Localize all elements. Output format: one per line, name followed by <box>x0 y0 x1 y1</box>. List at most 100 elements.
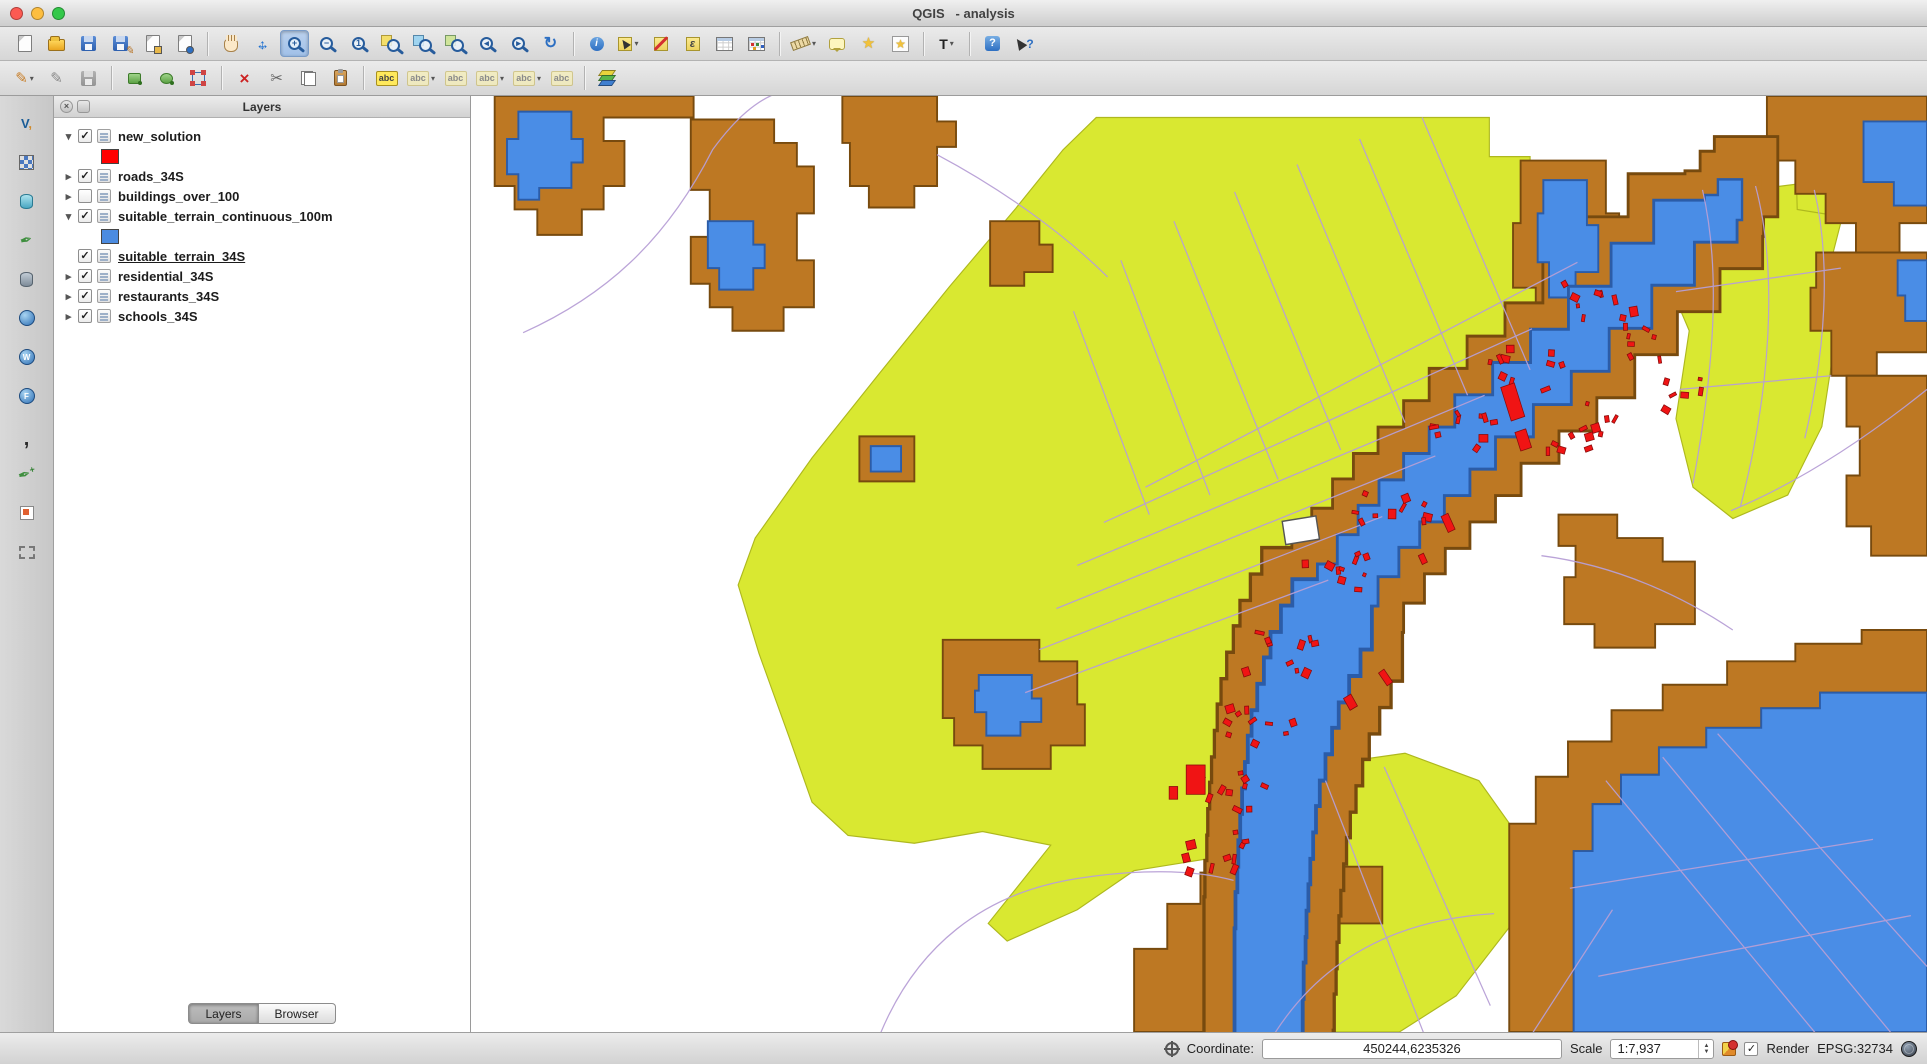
new-shapefile-layer[interactable] <box>12 500 42 526</box>
render-stop-icon[interactable] <box>1722 1042 1736 1056</box>
layer-visibility-checkbox[interactable] <box>78 189 92 203</box>
layer-row[interactable]: ▸ buildings_over_100 <box>54 186 470 206</box>
node-tool[interactable] <box>184 65 213 92</box>
whats-this[interactable]: ? <box>1010 30 1039 57</box>
layer-name[interactable]: buildings_over_100 <box>118 189 239 204</box>
crs-status-icon[interactable] <box>1901 1041 1917 1057</box>
new-spatialite-layer[interactable]: ✒+ <box>12 461 42 487</box>
add-raster-layer[interactable] <box>12 149 42 175</box>
new-temporary-scratch-layer[interactable] <box>12 539 42 565</box>
render-checkbox[interactable]: ✓ <box>1744 1042 1758 1056</box>
new-print-composer[interactable] <box>138 30 167 57</box>
save-layer-edits[interactable] <box>74 65 103 92</box>
add-feature[interactable] <box>120 65 149 92</box>
map-canvas[interactable] <box>471 96 1927 1032</box>
layer-row[interactable]: ▸✓residential_34S <box>54 266 470 286</box>
layer-row[interactable]: ▸✓ restaurants_34S <box>54 286 470 306</box>
add-wms-layer[interactable] <box>12 305 42 331</box>
layer-visibility-checkbox[interactable]: ✓ <box>78 129 92 143</box>
layer-row[interactable]: ▾✓ new_solution <box>54 126 470 146</box>
layer-name[interactable]: restaurants_34S <box>118 289 219 304</box>
toggle-editing[interactable]: ✎ <box>42 65 71 92</box>
layer-name[interactable]: schools_34S <box>118 309 198 324</box>
layer-name[interactable]: roads_34S <box>118 169 184 184</box>
save-project-as[interactable]: ✎ <box>106 30 135 57</box>
deselect-features[interactable] <box>646 30 675 57</box>
layer-visibility-checkbox[interactable]: ✓ <box>78 209 92 223</box>
layer-row[interactable]: ✓ suitable_terrain_34S <box>54 246 470 266</box>
zoom-to-selection[interactable] <box>408 30 437 57</box>
layer-visibility-checkbox[interactable]: ✓ <box>78 289 92 303</box>
refresh-map[interactable]: ↻ <box>536 30 565 57</box>
panel-tab-layers[interactable]: Layers <box>188 1003 258 1024</box>
zoom-out[interactable]: − <box>312 30 341 57</box>
select-features[interactable]: ▾ <box>614 30 643 57</box>
zoom-last[interactable]: ◂ <box>472 30 501 57</box>
pin-unpin-labels[interactable]: abc▾ <box>404 65 438 92</box>
new-project[interactable] <box>10 30 39 57</box>
minimize-button[interactable] <box>31 7 44 20</box>
zoom-to-layer[interactable] <box>440 30 469 57</box>
layer-name[interactable]: residential_34S <box>118 269 213 284</box>
coordinate-capture-icon[interactable] <box>1165 1042 1179 1056</box>
add-vector-layer[interactable]: V, <box>12 110 42 136</box>
show-hide-labels[interactable]: abc <box>547 65 576 92</box>
layer-visibility-checkbox[interactable]: ✓ <box>78 169 92 183</box>
layer-visibility-checkbox[interactable]: ✓ <box>78 269 92 283</box>
text-annotation[interactable]: T▾ <box>932 30 961 57</box>
show-bookmarks[interactable]: ★ <box>886 30 915 57</box>
panel-tab-browser[interactable]: Browser <box>259 1003 336 1024</box>
zoom-in[interactable]: + <box>280 30 309 57</box>
scale-stepper[interactable]: ▲▼ <box>1698 1040 1713 1058</box>
layer-visibility-checkbox[interactable]: ✓ <box>78 309 92 323</box>
delete-selected[interactable]: × <box>230 65 259 92</box>
add-wcs-layer[interactable]: W <box>12 344 42 370</box>
layer-name[interactable]: suitable_terrain_34S <box>118 249 245 264</box>
layer-name[interactable]: new_solution <box>118 129 201 144</box>
coordinate-input[interactable] <box>1262 1039 1562 1059</box>
layer-name[interactable]: suitable_terrain_continuous_100m <box>118 209 333 224</box>
scale-combobox[interactable]: 1:7,937 ▲▼ <box>1610 1039 1714 1059</box>
panel-detach-icon[interactable] <box>77 100 90 113</box>
cut-features[interactable]: ✂ <box>262 65 291 92</box>
save-project[interactable] <box>74 30 103 57</box>
expand-arrow[interactable]: ▸ <box>60 170 77 183</box>
add-spatialite-layer[interactable]: ✒ <box>12 227 42 253</box>
zoom-full[interactable] <box>376 30 405 57</box>
layer-row[interactable]: ▾✓ suitable_terrain_continuous_100m <box>54 206 470 226</box>
processing-toolbox[interactable] <box>593 65 622 92</box>
panel-close-icon[interactable]: × <box>60 100 73 113</box>
copy-features[interactable] <box>294 65 323 92</box>
rotate-label[interactable]: abc▾ <box>473 65 507 92</box>
change-label[interactable]: abc▾ <box>510 65 544 92</box>
layer-symbol-swatch[interactable] <box>101 149 119 164</box>
select-by-expression[interactable]: ε <box>678 30 707 57</box>
layer-symbol-swatch[interactable] <box>101 229 119 244</box>
expand-arrow[interactable]: ▾ <box>60 210 77 223</box>
expand-arrow[interactable]: ▸ <box>60 310 77 323</box>
layer-row[interactable]: ▸✓ schools_34S <box>54 306 470 326</box>
map-tips[interactable] <box>822 30 851 57</box>
title-bar[interactable]: QGIS - analysis <box>0 0 1927 27</box>
move-label[interactable]: abc <box>441 65 470 92</box>
paste-features[interactable] <box>326 65 355 92</box>
expand-arrow[interactable]: ▸ <box>60 290 77 303</box>
zoom-button[interactable] <box>52 7 65 20</box>
close-button[interactable] <box>10 7 23 20</box>
add-postgis-layer[interactable] <box>12 188 42 214</box>
zoom-native[interactable]: 1 <box>344 30 373 57</box>
expand-arrow[interactable]: ▾ <box>60 130 77 143</box>
open-project[interactable] <box>42 30 71 57</box>
open-attribute-table[interactable] <box>710 30 739 57</box>
help-contents[interactable]: ? <box>978 30 1007 57</box>
add-delimited-text-layer[interactable]: , <box>12 422 42 448</box>
pan-map[interactable] <box>216 30 245 57</box>
add-mssql-layer[interactable] <box>12 266 42 292</box>
layer-row[interactable]: ▸✓ roads_34S <box>54 166 470 186</box>
expand-arrow[interactable]: ▸ <box>60 190 77 203</box>
pan-to-selection[interactable]: ↔↕ <box>248 30 277 57</box>
highlight-pinned-labels[interactable]: abc <box>372 65 401 92</box>
identify-features[interactable]: i <box>582 30 611 57</box>
move-feature[interactable] <box>152 65 181 92</box>
layer-visibility-checkbox[interactable]: ✓ <box>78 249 92 263</box>
